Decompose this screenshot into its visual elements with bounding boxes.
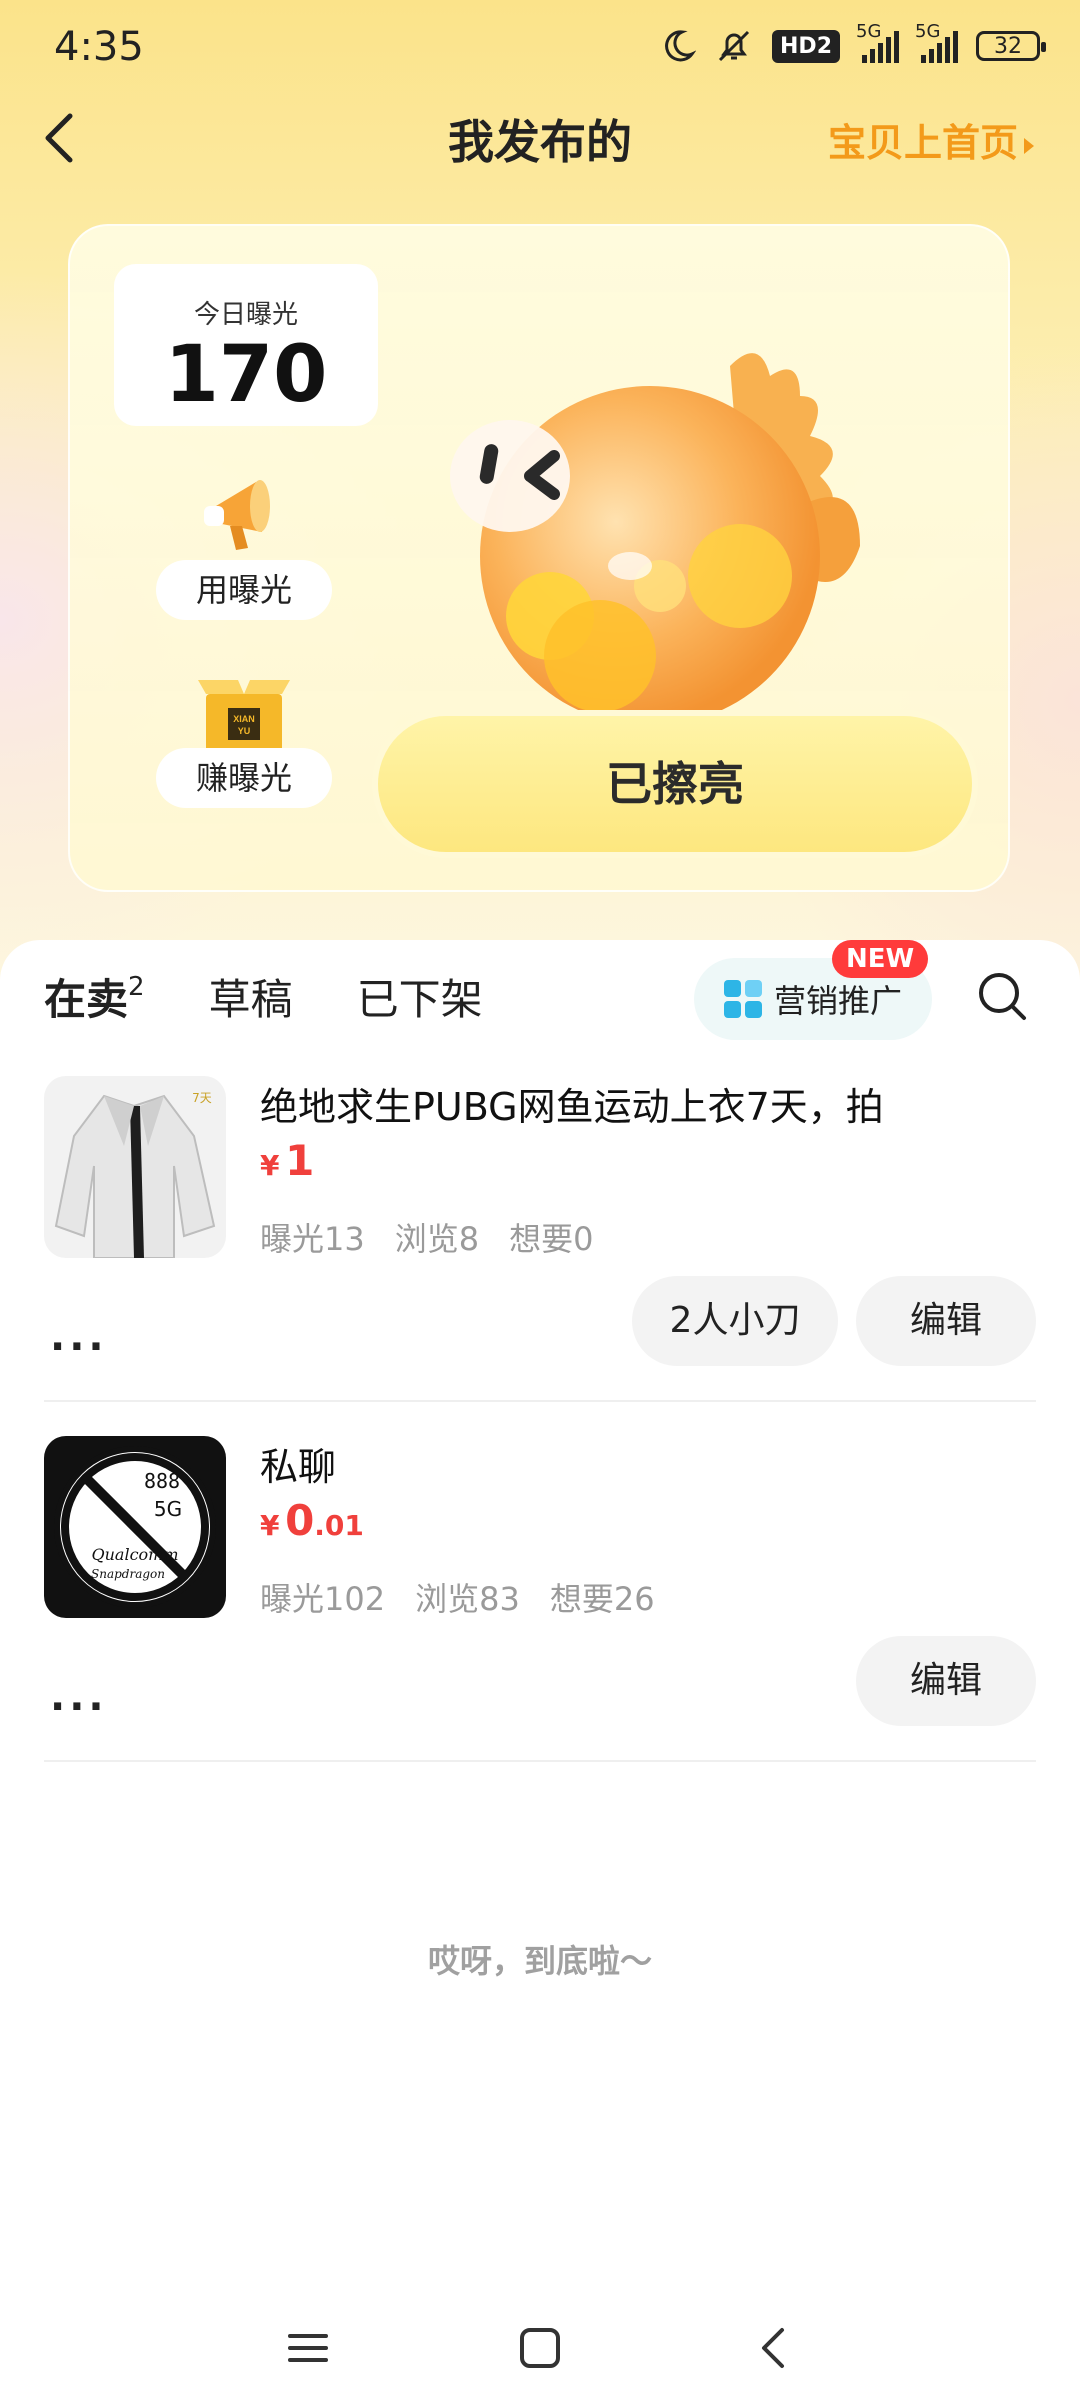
today-exposure-value: 170 [164,330,328,420]
moon-icon [665,30,697,62]
polished-button[interactable]: 已擦亮 [372,710,978,858]
svg-text:XIAN: XIAN [233,714,255,724]
price-currency: ¥ [260,1509,280,1542]
bell-muted-icon [718,30,750,62]
thumb-text: Snapdragon [91,1567,165,1581]
more-options-button[interactable]: ··· [50,1324,108,1370]
grid-icon [723,980,762,1018]
jacket-image: 7天 [54,1091,216,1258]
pufferfish-mascot [450,353,860,726]
item-thumbnail[interactable]: 888 5G Qualcomm Snapdragon [44,1436,226,1618]
home-square-icon[interactable] [516,2324,564,2372]
price-decimal: .01 [314,1509,364,1542]
promote-label: 宝贝上首页 [827,121,1018,165]
back-icon[interactable] [750,2324,798,2372]
stat-exposure: 曝光102 [260,1580,386,1618]
status-bar: 4:35 HD2 5G 5G 32 [0,0,1080,100]
thumb-text: 5G [154,1497,182,1521]
thumb-tag: 7天 [192,1091,212,1105]
network-label: 5G [856,21,882,42]
tab-selling-count: 2 [128,972,145,1002]
tab-drafts[interactable]: 草稿 [209,966,293,1027]
price-integer: 1 [285,1136,315,1185]
today-exposure-label: 今日曝光 [193,300,298,330]
end-of-list-text: 哎呀，到底啦～ [427,1942,652,1980]
tab-removed[interactable]: 已下架 [357,966,483,1027]
battery-icon: 32 [976,31,1046,61]
item-title[interactable]: 私聊 [260,1436,336,1491]
item-stats: 曝光13 浏览8 想要0 [260,1214,593,1260]
tab-bar: 在卖2 草稿 已下架 [44,966,483,1027]
status-time: 4:35 [54,24,144,70]
more-options-button[interactable]: ··· [50,1684,108,1730]
edit-button[interactable]: 编辑 [856,1276,1036,1366]
network-label: 5G [915,21,941,42]
megaphone-icon[interactable] [196,466,292,556]
edit-button[interactable]: 编辑 [856,1636,1036,1726]
exposure-card: 今日曝光 170 用曝光 XIAN YU 赚曝光 已擦亮 [68,224,1010,892]
signal-1-icon: 5G [856,21,899,63]
list-item[interactable]: 7天 绝地求生PUBG网鱼运动上衣7天，拍 ¥ 1 曝光13 浏览8 想要0 ·… [44,1076,1036,1376]
stat-views: 浏览83 [415,1580,520,1618]
battery-level: 32 [994,33,1022,59]
search-icon[interactable] [976,970,1028,1022]
price-currency: ¥ [260,1149,280,1182]
price-integer: 0 [285,1496,315,1545]
hd-badge: HD2 [772,29,840,63]
tab-selling[interactable]: 在卖2 [44,966,145,1027]
system-nav-bar [0,2300,1080,2400]
use-exposure-button[interactable]: 用曝光 [156,560,332,620]
offers-button[interactable]: 2人小刀 [632,1276,838,1366]
signal-2-icon: 5G [915,21,958,63]
item-price: ¥ 0.01 [260,1496,364,1545]
marketing-label: 营销推广 [773,982,902,1020]
box-icon[interactable]: XIAN YU [198,674,290,754]
thumb-text: 888 [144,1469,180,1493]
stat-views: 浏览8 [394,1220,480,1258]
tab-selling-label: 在卖 [44,975,129,1024]
promote-link[interactable]: 宝贝上首页 [828,112,1034,167]
stat-exposure: 曝光13 [260,1220,365,1258]
listing-panel: 在卖2 草稿 已下架 营销推广 NEW 7天 绝地求生PUBG网鱼运动上衣7天，… [0,940,1080,2400]
stat-wants: 想要26 [549,1580,655,1618]
divider [44,1760,1036,1762]
earn-exposure-button[interactable]: 赚曝光 [156,748,332,808]
item-price: ¥ 1 [260,1136,314,1185]
item-thumbnail[interactable]: 7天 [44,1076,226,1258]
svg-text:YU: YU [238,726,251,736]
no-sign-image: 888 5G Qualcomm Snapdragon [54,1446,216,1608]
today-exposure: 今日曝光 170 [114,264,378,426]
menu-icon[interactable] [284,2324,332,2372]
new-badge: NEW [832,940,929,978]
list-item[interactable]: 888 5G Qualcomm Snapdragon 私聊 ¥ 0.01 曝光1… [44,1436,1036,1736]
triangle-right-icon [1024,137,1034,154]
item-stats: 曝光102 浏览83 想要26 [260,1574,655,1620]
divider [44,1400,1036,1402]
item-title[interactable]: 绝地求生PUBG网鱼运动上衣7天，拍 [260,1076,884,1131]
thumb-text: Qualcomm [91,1545,178,1564]
stat-wants: 想要0 [509,1220,594,1258]
status-icons: HD2 5G 5G 32 [660,21,1046,66]
